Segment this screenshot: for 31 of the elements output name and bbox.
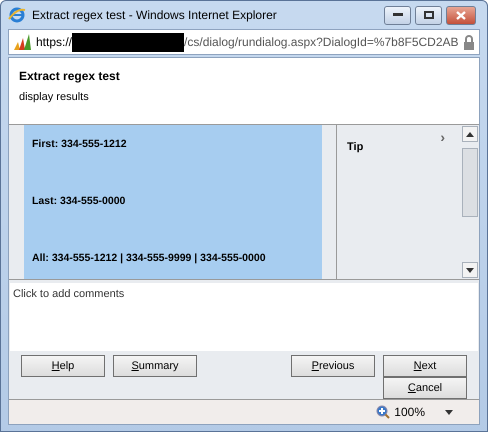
tip-title: Tip xyxy=(347,141,364,153)
down-arrow-icon xyxy=(466,268,474,272)
dialog-button[interactable]: Previous xyxy=(291,355,375,377)
dialog-button[interactable]: Next xyxy=(383,355,467,377)
zoom-icon[interactable] xyxy=(376,405,390,419)
result-line: Last: 334-555-0000 xyxy=(32,194,126,210)
scrollbar[interactable] xyxy=(461,125,479,279)
dialog-button[interactable]: Summary xyxy=(113,355,197,377)
maximize-icon xyxy=(424,11,434,20)
minimize-icon xyxy=(392,13,402,18)
cancel-button[interactable]: Cancel xyxy=(383,377,467,399)
app-logo-icon xyxy=(13,33,33,52)
maximize-button[interactable] xyxy=(415,6,442,25)
dropdown-caret-icon[interactable] xyxy=(445,410,453,414)
result-line: All: 334-555-1212 | 334-555-9999 | 334-555-0000 xyxy=(32,251,267,266)
comments-field[interactable]: Click to add comments xyxy=(10,283,478,351)
expand-chevron[interactable]: › xyxy=(440,127,445,148)
window-title: Extract regex test - Windows Internet Explorer xyxy=(32,7,278,24)
scroll-up-button[interactable] xyxy=(462,126,478,142)
up-arrow-icon xyxy=(466,132,474,136)
dialog-title: Extract regex test xyxy=(19,68,121,85)
scroll-thumb[interactable] xyxy=(462,148,478,216)
browser-logo-icon xyxy=(8,6,26,24)
dialog-subtitle: display results xyxy=(19,90,90,105)
zoom-level: 100% xyxy=(394,404,425,421)
result-line: First: 334-555-1212 xyxy=(32,137,128,152)
minimize-button[interactable] xyxy=(384,6,411,25)
close-icon xyxy=(456,10,466,20)
dialog-button[interactable]: Help xyxy=(21,355,105,377)
scroll-down-button[interactable] xyxy=(462,262,478,278)
close-button[interactable] xyxy=(446,6,476,25)
